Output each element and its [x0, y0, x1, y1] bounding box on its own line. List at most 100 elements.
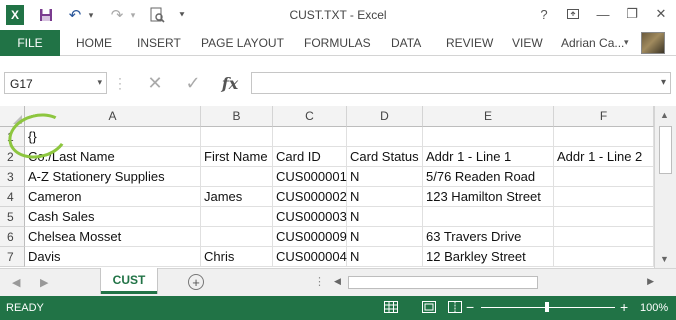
cell-c4[interactable]: CUS000002 — [273, 187, 347, 207]
help-button[interactable]: ? — [532, 4, 556, 24]
cell-a7[interactable]: Davis — [25, 247, 201, 267]
cell-d3[interactable]: N — [347, 167, 423, 187]
cell-a6[interactable]: Chelsea Mosset — [25, 227, 201, 247]
column-header-d[interactable]: D — [347, 106, 423, 127]
user-account-name[interactable]: Adrian Ca... — [561, 30, 624, 56]
zoom-slider-thumb[interactable] — [545, 302, 549, 312]
sheet-split-handle-icon[interactable]: ⋮ — [314, 275, 325, 288]
column-header-f[interactable]: F — [554, 106, 654, 127]
row-header-5[interactable]: 5 — [0, 207, 25, 227]
cell-e2[interactable]: Addr 1 - Line 1 — [423, 147, 554, 167]
cell-b2[interactable]: First Name — [201, 147, 273, 167]
horizontal-scrollbar[interactable]: ◀ ▶ — [334, 276, 654, 289]
name-box-dropdown-icon[interactable]: ▾ — [97, 77, 102, 88]
cell-e1[interactable] — [423, 127, 554, 147]
row-header-3[interactable]: 3 — [0, 167, 25, 187]
row-header-1[interactable]: 1 — [0, 127, 25, 147]
minimize-button[interactable]: — — [591, 4, 615, 24]
column-header-e[interactable]: E — [423, 106, 554, 127]
scroll-down-icon[interactable]: ▼ — [660, 254, 669, 264]
zoom-out-button[interactable]: − — [466, 299, 474, 315]
column-header-b[interactable]: B — [201, 106, 273, 127]
cell-a1[interactable]: {} — [25, 127, 201, 147]
formula-bar-grip-icon[interactable]: · · · — [118, 72, 128, 94]
avatar[interactable] — [641, 32, 665, 54]
tab-page-layout[interactable]: PAGE LAYOUT — [201, 30, 284, 56]
row-header-2[interactable]: 2 — [0, 147, 25, 167]
horizontal-scroll-thumb[interactable] — [348, 276, 538, 289]
scroll-left-icon[interactable]: ◀ — [334, 276, 341, 287]
cell-b4[interactable]: James — [201, 187, 273, 207]
row-header-6[interactable]: 6 — [0, 227, 25, 247]
tab-view[interactable]: VIEW — [512, 30, 543, 56]
cell-a4[interactable]: Cameron — [25, 187, 201, 207]
ribbon-display-options-button[interactable] — [561, 4, 585, 24]
cell-a5[interactable]: Cash Sales — [25, 207, 201, 227]
cell-c3[interactable]: CUS000001 — [273, 167, 347, 187]
user-caret-icon[interactable]: ▾ — [624, 37, 629, 48]
sheet-next-icon[interactable]: ▶ — [40, 276, 48, 289]
row-header-4[interactable]: 4 — [0, 187, 25, 207]
cell-f6[interactable] — [554, 227, 654, 247]
cell-c5[interactable]: CUS000003 — [273, 207, 347, 227]
cell-f4[interactable] — [554, 187, 654, 207]
column-header-c[interactable]: C — [273, 106, 347, 127]
cell-f1[interactable] — [554, 127, 654, 147]
tab-home[interactable]: HOME — [76, 30, 112, 56]
worksheet-grid[interactable]: A B C D E F 1 {} 2 Co./Last Name First N… — [0, 106, 654, 268]
cell-c6[interactable]: CUS000009 — [273, 227, 347, 247]
cell-f5[interactable] — [554, 207, 654, 227]
cell-b6[interactable] — [201, 227, 273, 247]
cell-f2[interactable]: Addr 1 - Line 2 — [554, 147, 654, 167]
cell-b3[interactable] — [201, 167, 273, 187]
add-sheet-button[interactable]: + — [188, 274, 204, 290]
tab-formulas[interactable]: FORMULAS — [304, 30, 371, 56]
cell-b7[interactable]: Chris — [201, 247, 273, 267]
tab-review[interactable]: REVIEW — [446, 30, 493, 56]
cancel-entry-button[interactable]: ✕ — [136, 72, 174, 94]
cell-e6[interactable]: 63 Travers Drive — [423, 227, 554, 247]
cell-d4[interactable]: N — [347, 187, 423, 207]
insert-function-button[interactable]: fx — [212, 72, 248, 94]
cell-f3[interactable] — [554, 167, 654, 187]
cell-e7[interactable]: 12 Barkley Street — [423, 247, 554, 267]
cell-d5[interactable]: N — [347, 207, 423, 227]
cell-d7[interactable]: N — [347, 247, 423, 267]
cell-e4[interactable]: 123 Hamilton Street — [423, 187, 554, 207]
row-header-7[interactable]: 7 — [0, 247, 25, 267]
sheet-tab-cust[interactable]: CUST — [101, 268, 157, 294]
vertical-scrollbar[interactable]: ▲ ▼ — [654, 106, 676, 268]
maximize-button[interactable]: ❐ — [620, 4, 644, 24]
tab-file[interactable]: FILE — [0, 30, 60, 56]
name-box[interactable]: G17 ▾ — [4, 72, 107, 94]
cell-e5[interactable] — [423, 207, 554, 227]
normal-view-button[interactable] — [382, 299, 400, 315]
cell-a2[interactable]: Co./Last Name — [25, 147, 201, 167]
cell-c2[interactable]: Card ID — [273, 147, 347, 167]
zoom-level[interactable]: 100% — [640, 302, 668, 314]
cell-c7[interactable]: CUS000004 — [273, 247, 347, 267]
cell-e3[interactable]: 5/76 Readen Road — [423, 167, 554, 187]
cell-b1[interactable] — [201, 127, 273, 147]
vertical-scroll-thumb[interactable] — [659, 126, 672, 174]
cell-c1[interactable] — [273, 127, 347, 147]
cell-f7[interactable] — [554, 247, 654, 267]
sheet-prev-icon[interactable]: ◀ — [12, 276, 20, 289]
expand-formula-bar-icon[interactable]: ▾ — [661, 77, 666, 88]
confirm-entry-button[interactable]: ✓ — [174, 72, 212, 94]
formula-input[interactable]: ▾ — [251, 72, 671, 94]
scroll-right-icon[interactable]: ▶ — [647, 276, 654, 287]
close-button[interactable]: ✕ — [649, 4, 673, 24]
tab-insert[interactable]: INSERT — [137, 30, 181, 56]
select-all-button[interactable] — [0, 106, 25, 127]
page-layout-view-button[interactable] — [420, 299, 438, 315]
cell-b5[interactable] — [201, 207, 273, 227]
cell-d2[interactable]: Card Status — [347, 147, 423, 167]
cell-d6[interactable]: N — [347, 227, 423, 247]
tab-data[interactable]: DATA — [391, 30, 421, 56]
column-header-a[interactable]: A — [25, 106, 201, 127]
page-break-view-button[interactable] — [446, 299, 464, 315]
cell-d1[interactable] — [347, 127, 423, 147]
scroll-up-icon[interactable]: ▲ — [660, 110, 669, 120]
cell-a3[interactable]: A-Z Stationery Supplies — [25, 167, 201, 187]
